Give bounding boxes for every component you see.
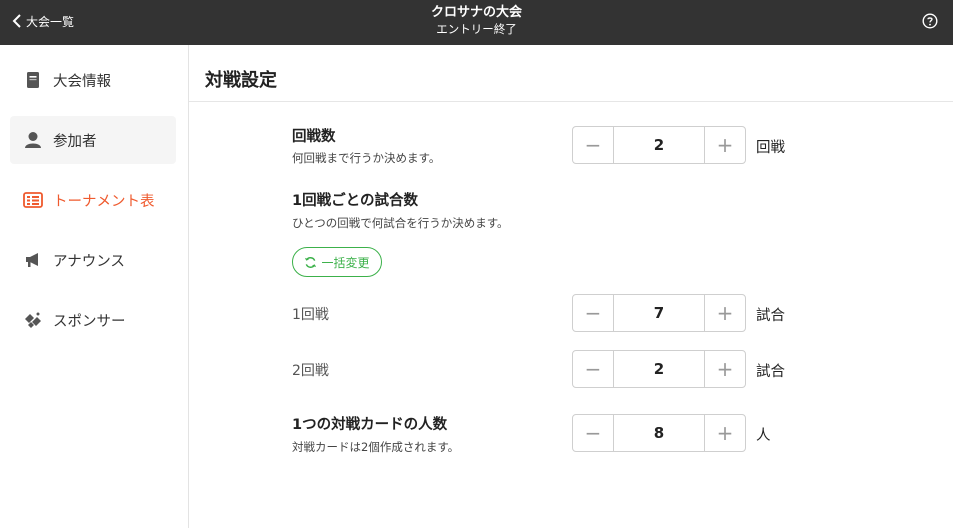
round-2-unit: 試合 xyxy=(756,364,785,380)
person-icon xyxy=(23,130,43,150)
sidebar-item-sponsors[interactable]: スポンサー xyxy=(10,296,176,344)
decrement-button[interactable]: − xyxy=(573,415,614,451)
sidebar-item-label: 大会情報 xyxy=(53,73,111,90)
matches-per-round-description: ひとつの回戦で何試合を行うか決めます。 xyxy=(292,216,509,230)
sidebar-item-label: アナウンス xyxy=(53,253,125,270)
matches-per-round-label: 1回戦ごとの試合数 xyxy=(292,193,418,209)
rounds-unit: 回戦 xyxy=(756,140,785,156)
rounds-stepper: − 2 + xyxy=(572,126,746,164)
decrement-button[interactable]: − xyxy=(573,351,614,387)
sidebar-item-label: トーナメント表 xyxy=(53,193,155,210)
players-per-card-description: 対戦カードは2個作成されます。 xyxy=(292,440,460,454)
sidebar-item-participants[interactable]: 参加者 xyxy=(10,116,176,164)
sidebar-item-event-info[interactable]: 大会情報 xyxy=(10,56,176,104)
round-1-stepper: − 7 + xyxy=(572,294,746,332)
bulk-change-label: 一括変更 xyxy=(321,255,370,270)
stepper-value[interactable]: 2 xyxy=(614,351,704,387)
main-content: 対戦設定 回戦数 何回戦まで行うか決めます。 − 2 + 回戦 1回戦ごとの試合… xyxy=(189,45,953,528)
bulk-change-button[interactable]: 一括変更 xyxy=(292,247,382,277)
increment-button[interactable]: + xyxy=(704,295,745,331)
round-1-unit: 試合 xyxy=(756,308,785,324)
round-1-label: 1回戦 xyxy=(292,307,329,323)
sidebar-item-label: 参加者 xyxy=(53,133,97,150)
header-title-group: クロサナの大会 エントリー終了 xyxy=(0,4,953,38)
top-bar: 大会一覧 クロサナの大会 エントリー終了 xyxy=(0,0,953,45)
sponsor-icon xyxy=(23,310,43,330)
event-status: エントリー終了 xyxy=(436,22,517,36)
increment-button[interactable]: + xyxy=(704,415,745,451)
round-2-label: 2回戦 xyxy=(292,363,329,379)
stepper-value[interactable]: 2 xyxy=(614,127,704,163)
players-per-card-unit: 人 xyxy=(756,428,771,444)
title-divider xyxy=(189,101,953,102)
players-per-card-label: 1つの対戦カードの人数 xyxy=(292,417,448,433)
event-title: クロサナの大会 xyxy=(430,5,522,20)
decrement-button[interactable]: − xyxy=(573,295,614,331)
players-per-card-stepper: − 8 + xyxy=(572,414,746,452)
sidebar-item-tournament[interactable]: トーナメント表 xyxy=(10,176,176,224)
sidebar-item-announcements[interactable]: アナウンス xyxy=(10,236,176,284)
page-title: 対戦設定 xyxy=(205,70,277,91)
rounds-label: 回戦数 xyxy=(292,129,336,145)
rounds-description: 何回戦まで行うか決めます。 xyxy=(292,151,441,165)
round-2-stepper: − 2 + xyxy=(572,350,746,388)
refresh-icon xyxy=(305,256,317,268)
tournament-bracket-icon xyxy=(23,190,43,210)
sidebar: 大会情報 参加者 トーナメント表 アナウンス スポンサー xyxy=(0,45,189,528)
stepper-value[interactable]: 7 xyxy=(614,295,704,331)
megaphone-icon xyxy=(23,250,43,270)
document-icon xyxy=(23,70,43,90)
decrement-button[interactable]: − xyxy=(573,127,614,163)
increment-button[interactable]: + xyxy=(704,127,745,163)
stepper-value[interactable]: 8 xyxy=(614,415,704,451)
sidebar-item-label: スポンサー xyxy=(53,313,126,330)
help-icon[interactable] xyxy=(922,13,938,29)
increment-button[interactable]: + xyxy=(704,351,745,387)
